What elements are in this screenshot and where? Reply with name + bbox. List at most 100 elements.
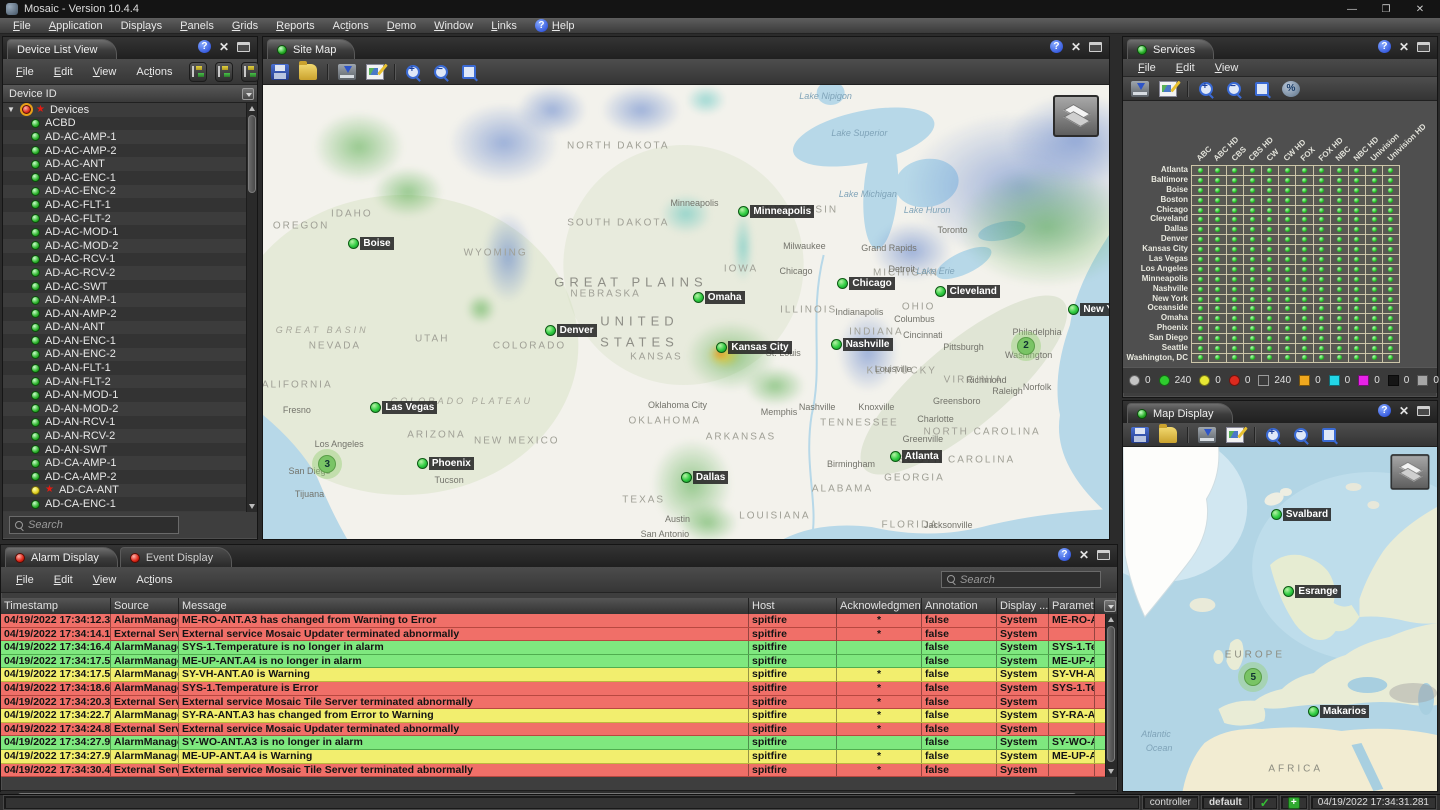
service-cell[interactable] — [1226, 264, 1243, 274]
tree-node-ad-ca-enc-2[interactable]: AD-CA-ENC-2 — [3, 511, 257, 512]
service-cell[interactable] — [1330, 303, 1347, 313]
layer-switcher-icon[interactable] — [1390, 454, 1429, 490]
zoom-out-icon[interactable] — [433, 64, 451, 80]
column-header-host[interactable]: Host — [749, 598, 837, 614]
zoom-in-icon[interactable] — [1198, 81, 1216, 97]
service-cell[interactable] — [1261, 353, 1278, 363]
service-cell[interactable] — [1295, 205, 1312, 215]
service-cell[interactable] — [1261, 274, 1278, 284]
service-cell[interactable] — [1243, 165, 1260, 175]
legend-circle-icon[interactable] — [1229, 375, 1240, 386]
service-cell[interactable] — [1191, 284, 1208, 294]
service-cell[interactable] — [1243, 313, 1260, 323]
window-minimize-button[interactable]: — — [1338, 1, 1366, 17]
service-cell[interactable] — [1382, 303, 1399, 313]
service-cell[interactable] — [1295, 234, 1312, 244]
service-cell[interactable] — [1313, 254, 1330, 264]
service-cell[interactable] — [1243, 343, 1260, 353]
menu-item-displays[interactable]: Displays — [112, 20, 172, 32]
column-header-annotation[interactable]: Annotation — [922, 598, 997, 614]
service-cell[interactable] — [1295, 313, 1312, 323]
service-cell[interactable] — [1243, 244, 1260, 254]
service-cell[interactable] — [1208, 224, 1225, 234]
zoom-out-icon[interactable] — [1226, 81, 1244, 97]
menu-item-file[interactable]: File — [7, 574, 43, 586]
service-cell[interactable] — [1330, 244, 1347, 254]
service-cell[interactable] — [1261, 313, 1278, 323]
service-cell[interactable] — [1261, 205, 1278, 215]
site-marker-omaha[interactable]: Omaha — [693, 291, 745, 304]
service-cell[interactable] — [1208, 195, 1225, 205]
service-cell[interactable] — [1191, 294, 1208, 304]
close-icon[interactable]: ✕ — [219, 41, 229, 53]
tree-node-ad-ac-flt-2[interactable]: AD-AC-FLT-2 — [3, 212, 257, 226]
service-cell[interactable] — [1208, 254, 1225, 264]
service-cell[interactable] — [1208, 214, 1225, 224]
service-cell[interactable] — [1313, 264, 1330, 274]
service-cell[interactable] — [1261, 303, 1278, 313]
legend-square-icon[interactable] — [1417, 375, 1428, 386]
layer-switcher-icon[interactable] — [1053, 95, 1099, 137]
service-cell[interactable] — [1243, 353, 1260, 363]
service-cell[interactable] — [1295, 333, 1312, 343]
menu-item-file[interactable]: File — [7, 66, 43, 78]
service-cell[interactable] — [1348, 224, 1365, 234]
service-cell[interactable] — [1382, 323, 1399, 333]
legend-square-outline-icon[interactable] — [1258, 375, 1269, 386]
service-cell[interactable] — [1365, 353, 1382, 363]
tree-node-ad-an-enc-1[interactable]: AD-AN-ENC-1 — [3, 334, 257, 348]
service-cell[interactable] — [1382, 353, 1399, 363]
service-cell[interactable] — [1261, 323, 1278, 333]
service-cell[interactable] — [1278, 303, 1295, 313]
legend-square-icon[interactable] — [1329, 375, 1340, 386]
service-cell[interactable] — [1295, 214, 1312, 224]
service-cell[interactable] — [1226, 234, 1243, 244]
service-cell[interactable] — [1330, 353, 1347, 363]
service-cell[interactable] — [1243, 284, 1260, 294]
service-cell[interactable] — [1365, 254, 1382, 264]
service-cell[interactable] — [1278, 214, 1295, 224]
service-cell[interactable] — [1191, 214, 1208, 224]
service-cell[interactable] — [1348, 185, 1365, 195]
service-cell[interactable] — [1382, 313, 1399, 323]
alarm-row[interactable]: 04/19/2022 17:34:18.645AlarmManagerSYS-1… — [1, 682, 1117, 696]
service-cell[interactable] — [1313, 333, 1330, 343]
collapse-branch-button[interactable] — [189, 62, 207, 82]
service-cell[interactable] — [1295, 165, 1312, 175]
close-icon[interactable]: ✕ — [1399, 405, 1409, 417]
alarm-search-box[interactable] — [941, 571, 1101, 588]
service-cell[interactable] — [1348, 195, 1365, 205]
menu-item-edit[interactable]: Edit — [45, 66, 82, 78]
menu-item-view[interactable]: View — [84, 574, 126, 586]
tree-node-ad-an-amp-1[interactable]: AD-AN-AMP-1 — [3, 293, 257, 307]
site-marker-cleveland[interactable]: Cleveland — [935, 285, 1000, 298]
service-cell[interactable] — [1330, 234, 1347, 244]
site-marker-dallas[interactable]: Dallas — [681, 471, 728, 484]
legend-circle-icon[interactable] — [1129, 375, 1140, 386]
service-cell[interactable] — [1261, 254, 1278, 264]
service-cell[interactable] — [1348, 303, 1365, 313]
menu-item-file[interactable]: File — [4, 20, 40, 32]
service-cell[interactable] — [1226, 274, 1243, 284]
open-icon[interactable] — [299, 64, 317, 80]
service-cell[interactable] — [1348, 294, 1365, 304]
service-cell[interactable] — [1191, 224, 1208, 234]
tree-node-ad-ac-enc-2[interactable]: AD-AC-ENC-2 — [3, 185, 257, 199]
service-cell[interactable] — [1330, 185, 1347, 195]
service-cell[interactable] — [1208, 323, 1225, 333]
restore-icon[interactable] — [237, 42, 250, 52]
site-marker-phoenix[interactable]: Phoenix — [417, 457, 474, 470]
service-cell[interactable] — [1313, 313, 1330, 323]
service-cell[interactable] — [1226, 195, 1243, 205]
device-tree-scrollbar[interactable] — [246, 103, 257, 512]
alarm-row[interactable]: 04/19/2022 17:34:24.815External Servi...… — [1, 723, 1117, 737]
tree-node-ad-ac-amp-2[interactable]: AD-AC-AMP-2 — [3, 144, 257, 158]
service-cell[interactable] — [1243, 264, 1260, 274]
scroll-thumb[interactable] — [248, 115, 256, 193]
service-cell[interactable] — [1191, 165, 1208, 175]
zoom-window-icon[interactable] — [461, 64, 479, 80]
service-cell[interactable] — [1261, 343, 1278, 353]
tree-node-ad-ca-amp-2[interactable]: AD-CA-AMP-2 — [3, 470, 257, 484]
expand-branch-button[interactable] — [215, 62, 233, 82]
zoom-in-icon[interactable] — [1265, 427, 1283, 443]
